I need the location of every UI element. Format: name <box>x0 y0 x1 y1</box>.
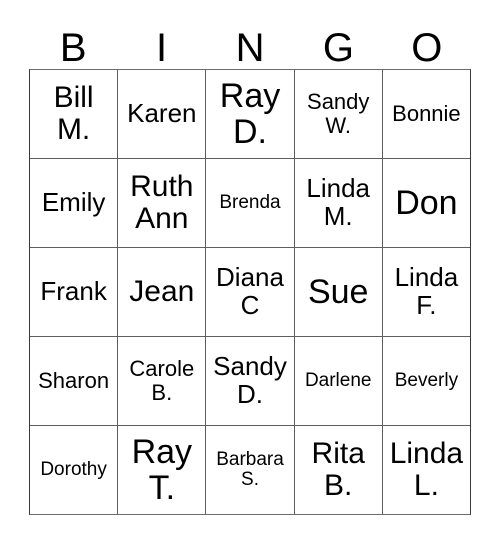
bingo-cell[interactable]: Linda F. <box>381 248 470 336</box>
bingo-cell[interactable]: Rita B. <box>293 426 382 514</box>
bingo-cell[interactable]: Ray D. <box>205 70 293 158</box>
bingo-cell[interactable]: Karen <box>117 70 205 158</box>
bingo-cell-label: Darlene <box>304 369 372 391</box>
bingo-cell[interactable]: Linda M. <box>293 159 382 247</box>
bingo-cell-label: Bonnie <box>392 101 461 127</box>
bingo-cell-label: Barbara S. <box>216 448 284 490</box>
bingo-cell-label: Sue <box>307 272 369 311</box>
bingo-cell-label: Linda L. <box>389 436 464 502</box>
bingo-cell[interactable]: Diana C <box>205 248 293 336</box>
bingo-cell-label: Ruth Ann <box>130 169 194 235</box>
bingo-row: Emily Ruth Ann Brenda Linda M. Don <box>30 158 470 247</box>
bingo-cell-label: Frank <box>40 276 107 307</box>
bingo-cell[interactable]: Dorothy <box>30 426 117 514</box>
bingo-cell[interactable]: Sue <box>293 248 382 336</box>
bingo-row: Bill M. Karen Ray D. Sandy W. Bonnie <box>30 70 470 158</box>
bingo-cell-label: Diana C <box>216 262 284 320</box>
bingo-cell[interactable]: Frank <box>30 248 117 336</box>
bingo-cell[interactable]: Sandy W. <box>293 70 382 158</box>
bingo-cell-label: Beverly <box>394 369 459 391</box>
bingo-grid: Bill M. Karen Ray D. Sandy W. Bonnie Emi… <box>29 69 471 515</box>
bingo-cell[interactable]: Beverly <box>381 337 470 425</box>
bingo-cell-label: Sandy D. <box>213 351 287 409</box>
bingo-cell[interactable]: Bonnie <box>381 70 470 158</box>
bingo-cell[interactable]: Sandy D. <box>205 337 293 425</box>
bingo-cell-label: Emily <box>41 187 106 218</box>
bingo-row: Dorothy Ray T. Barbara S. Rita B. Linda … <box>30 425 470 514</box>
bingo-cell-label: Jean <box>129 274 195 308</box>
bingo-cell[interactable]: Jean <box>117 248 205 336</box>
bingo-cell[interactable]: Sharon <box>30 337 117 425</box>
bingo-cell[interactable]: Brenda <box>205 159 293 247</box>
bingo-header-letter-g: G <box>322 26 354 70</box>
bingo-cell-label: Sandy W. <box>307 89 370 138</box>
bingo-row: Sharon Carole B. Sandy D. Darlene Beverl… <box>30 336 470 425</box>
bingo-header-letter-i: I <box>156 26 168 70</box>
bingo-cell[interactable]: Barbara S. <box>205 426 293 514</box>
bingo-header-row: B I N G O <box>29 18 471 68</box>
bingo-header-letter-o: O <box>411 26 443 70</box>
bingo-cell[interactable]: Darlene <box>293 337 382 425</box>
bingo-cell-label: Carole B. <box>129 356 195 405</box>
bingo-cell-label: Dorothy <box>40 458 107 480</box>
bingo-cell-label: Linda M. <box>306 173 371 231</box>
bingo-cell[interactable]: Linda L. <box>381 426 470 514</box>
bingo-cell-label: Bill M. <box>53 80 94 146</box>
bingo-header-letter-b: B <box>59 26 87 70</box>
bingo-header-letter-n: N <box>235 26 265 70</box>
bingo-cell-label: Karen <box>127 98 197 129</box>
bingo-cell-label: Don <box>395 183 458 222</box>
bingo-cell[interactable]: Don <box>381 159 470 247</box>
bingo-cell[interactable]: Ruth Ann <box>117 159 205 247</box>
bingo-cell[interactable]: Carole B. <box>117 337 205 425</box>
bingo-cell-label: Linda F. <box>394 262 459 320</box>
bingo-cell-label: Ray D. <box>219 76 281 151</box>
bingo-cell-label: Rita B. <box>311 436 365 502</box>
bingo-cell-label: Sharon <box>38 368 110 394</box>
bingo-cell[interactable]: Ray T. <box>117 426 205 514</box>
bingo-cell-label: Brenda <box>219 191 281 213</box>
bingo-row: Frank Jean Diana C Sue Linda F. <box>30 247 470 336</box>
bingo-cell[interactable]: Bill M. <box>30 70 117 158</box>
bingo-cell-label: Ray T. <box>131 432 193 507</box>
bingo-card: B I N G O Bill M. Karen Ray D. Sandy W. … <box>0 0 500 544</box>
bingo-cell[interactable]: Emily <box>30 159 117 247</box>
